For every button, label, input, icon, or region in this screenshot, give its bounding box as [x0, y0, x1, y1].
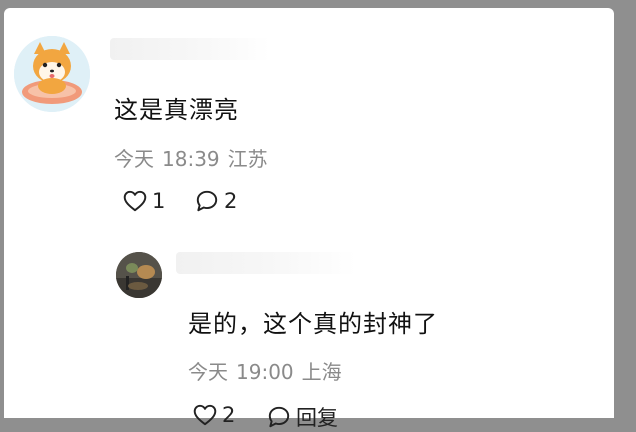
reply-button[interactable]: 回复 [266, 402, 338, 432]
avatar[interactable] [14, 36, 90, 112]
comment-meta: 今天 18:39 江苏 [114, 143, 268, 172]
avatar[interactable] [116, 252, 162, 298]
username-blurred[interactable] [176, 252, 356, 274]
comment-card: 这是真漂亮 今天 18:39 江苏 1 2 是的，这个真的封神了 今天 19:00 上海 [4, 8, 614, 430]
like-button[interactable]: 1 [122, 188, 165, 214]
speech-bubble-icon [196, 190, 218, 212]
comment-time: 19:00 [236, 360, 294, 384]
comment-location: 江苏 [227, 147, 268, 171]
comment-time: 18:39 [162, 147, 220, 171]
reply-button[interactable]: 2 [194, 188, 237, 214]
heart-icon [123, 190, 147, 212]
username-blurred[interactable] [110, 38, 270, 60]
comment-location: 上海 [301, 360, 342, 384]
comment-meta: 今天 19:00 上海 [188, 356, 342, 385]
heart-icon [193, 404, 217, 426]
like-button[interactable]: 2 [192, 402, 235, 428]
like-count: 2 [222, 403, 236, 427]
reply-label: 回复 [296, 406, 338, 430]
shiba-dog-avatar-icon [14, 36, 90, 112]
comment-date: 今天 [188, 360, 228, 384]
comment-date: 今天 [114, 147, 154, 171]
speech-bubble-icon [268, 406, 290, 428]
comment-text: 这是真漂亮 [114, 96, 239, 124]
like-count: 1 [152, 189, 166, 213]
reply-count: 2 [224, 189, 238, 213]
photo-avatar-icon [116, 252, 162, 298]
comment-text: 是的，这个真的封神了 [188, 310, 438, 338]
